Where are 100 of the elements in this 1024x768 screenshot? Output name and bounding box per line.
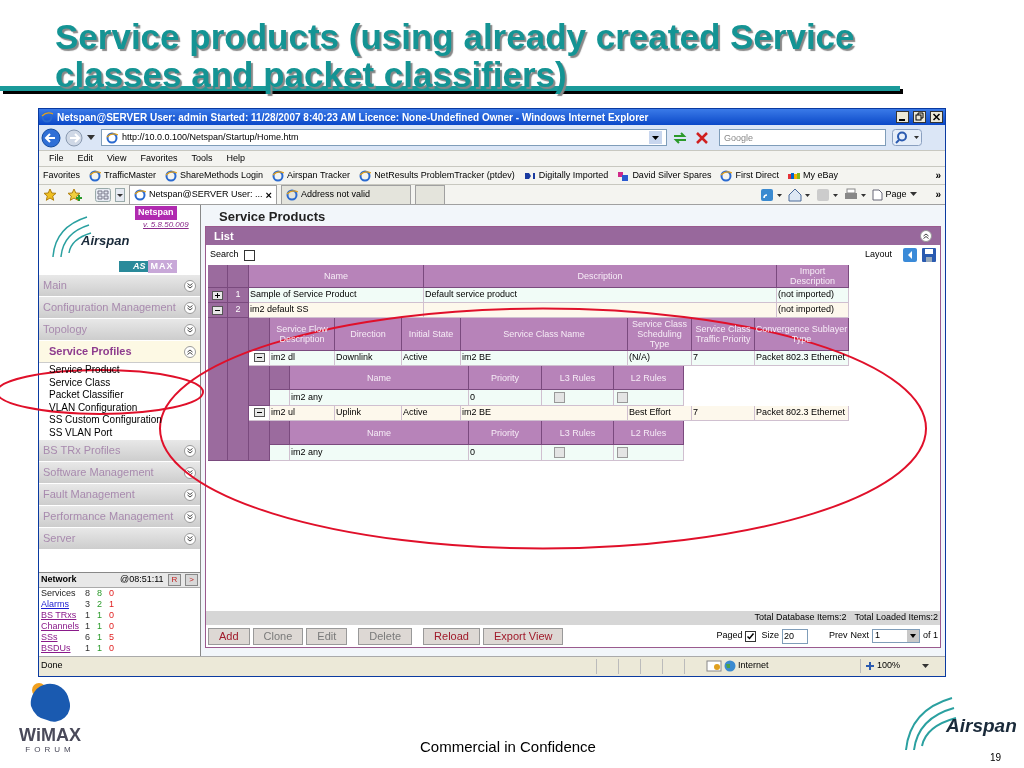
menu-item[interactable]: File	[49, 151, 64, 166]
page-icon	[720, 169, 733, 182]
search-checkbox[interactable]	[243, 249, 255, 261]
count-label: 8	[85, 589, 91, 598]
count-label: 1	[85, 622, 91, 631]
count-label: 0	[109, 644, 115, 653]
dropdown-icon[interactable]	[649, 131, 662, 144]
restore-icon[interactable]	[913, 111, 926, 123]
network-button[interactable]: >	[185, 574, 198, 586]
sidebar-item[interactable]: VLAN Configuration	[39, 401, 200, 414]
toolbar-button[interactable]: Add	[208, 627, 250, 645]
count-label: 1	[85, 644, 91, 653]
status-text: Done	[41, 659, 64, 673]
menu-item[interactable]: Tools	[191, 151, 213, 166]
table-cell: Sample of Service Product	[249, 288, 424, 303]
count-label: 8	[97, 589, 103, 598]
table-cell: 0	[469, 445, 542, 461]
feeds-icon[interactable]	[760, 187, 785, 202]
address-field[interactable]: http://10.0.0.100/Netspan/Startup/Home.htm	[101, 129, 667, 146]
favorite-link[interactable]: ShareMethods Login	[165, 168, 264, 183]
menu-item[interactable]: Favorites	[140, 151, 178, 166]
table-cell: (N/A)	[628, 351, 692, 366]
table-cell: im2 dl	[270, 351, 335, 366]
header-cell	[228, 265, 249, 288]
sidebar-item[interactable]: SS VLAN Port	[39, 426, 200, 439]
status-link[interactable]: SSs	[41, 633, 85, 642]
more-button[interactable]: »	[935, 187, 941, 202]
dropdown-icon	[910, 192, 918, 197]
zoom-button[interactable]: 100%	[860, 659, 920, 673]
page-menu[interactable]: Page	[872, 187, 918, 202]
favorite-link[interactable]: TrafficMaster	[89, 168, 157, 183]
print-icon[interactable]	[844, 187, 869, 202]
table-cell: Default service product	[424, 288, 777, 303]
page-icon	[359, 169, 372, 182]
sidebar-item[interactable]: Service Class	[39, 376, 200, 389]
rss-icon[interactable]	[816, 187, 841, 202]
search-icon[interactable]	[892, 129, 922, 146]
status-link[interactable]: Alarms	[41, 600, 85, 609]
status-link[interactable]: Channels	[41, 622, 85, 631]
version-link[interactable]: v. 5.8.50.009	[143, 219, 189, 231]
page-title: Service Products	[218, 208, 327, 226]
browser-tab[interactable]: Netspan@SERVER User: ... ×	[129, 185, 277, 204]
toolbar-button[interactable]: Reload	[423, 627, 480, 645]
status-link[interactable]: BSDUs	[41, 644, 85, 653]
next-link[interactable]: Next	[850, 629, 869, 643]
favorite-link[interactable]: Digitally Imported	[523, 168, 609, 183]
table-cell: Best Effort	[628, 406, 692, 421]
more-button[interactable]: »	[935, 168, 941, 183]
table-cell: Active	[402, 406, 461, 421]
toolbar-button[interactable]: Export View	[482, 627, 564, 645]
favorite-link[interactable]: David Silver Spares	[617, 168, 712, 183]
favorite-link[interactable]: NetResults ProblemTracker (ptdev)	[359, 168, 515, 183]
menu-item[interactable]: Help	[226, 151, 245, 166]
menu-item[interactable]: Edit	[77, 151, 94, 166]
star-icon[interactable]	[43, 187, 57, 202]
status-link[interactable]: BS TRxs	[41, 611, 85, 620]
count-label: 1	[97, 611, 103, 620]
add-favorite-icon[interactable]	[67, 187, 83, 202]
table-cell: im2 default SS	[249, 303, 424, 318]
home-icon[interactable]	[788, 187, 813, 202]
page-icon	[285, 189, 298, 201]
prev-link[interactable]: Prev	[828, 629, 848, 643]
back-icon[interactable]	[41, 127, 61, 148]
sidebar-section[interactable]: Service Profiles	[39, 341, 200, 363]
close-icon[interactable]	[930, 111, 943, 123]
dropdown-icon[interactable]	[115, 187, 125, 202]
menu-item[interactable]: View	[107, 151, 127, 166]
table-cell: im2 BE	[461, 406, 628, 421]
network-button[interactable]: R	[167, 574, 182, 586]
minimize-icon[interactable]	[896, 111, 909, 123]
favorite-link[interactable]: Airspan Tracker	[272, 168, 351, 183]
collapse-icon[interactable]	[212, 305, 223, 315]
collapse-icon[interactable]	[253, 408, 265, 417]
collapse-icon[interactable]	[253, 353, 265, 362]
header-cell	[270, 366, 290, 390]
paged-checkbox[interactable]	[745, 630, 757, 642]
favorites-label[interactable]: Favorites	[43, 168, 80, 183]
stop-icon[interactable]	[693, 129, 711, 146]
row-number: 1	[228, 288, 249, 303]
close-tab-button[interactable]: ×	[265, 189, 272, 201]
favorite-link[interactable]: First Direct	[720, 168, 779, 183]
total-label: Total Database Items:2	[754, 611, 847, 625]
browser-tab[interactable]: Address not valid	[280, 185, 411, 204]
size-field[interactable]: 20	[781, 628, 808, 644]
favorite-link[interactable]: My eBay	[787, 168, 838, 183]
save-icon[interactable]	[922, 248, 936, 262]
page-icon	[106, 131, 118, 144]
page-select[interactable]: 1	[872, 629, 920, 643]
sidebar-item[interactable]: Packet Classifier	[39, 389, 200, 402]
table-cell: Packet 802.3 Ethernet	[755, 406, 849, 421]
layout-icon[interactable]	[903, 248, 917, 262]
refresh-icon[interactable]	[671, 129, 689, 146]
search-field[interactable]: Google	[719, 129, 886, 146]
count-label: 1	[97, 633, 103, 642]
dropdown-icon[interactable]	[922, 663, 929, 669]
globe-icon	[724, 660, 736, 672]
dropdown-icon[interactable]	[87, 134, 95, 141]
table-cell: Packet 802.3 Ethernet	[755, 351, 849, 366]
product-logo: AS MAX	[119, 261, 177, 272]
expand-icon[interactable]	[212, 290, 223, 300]
